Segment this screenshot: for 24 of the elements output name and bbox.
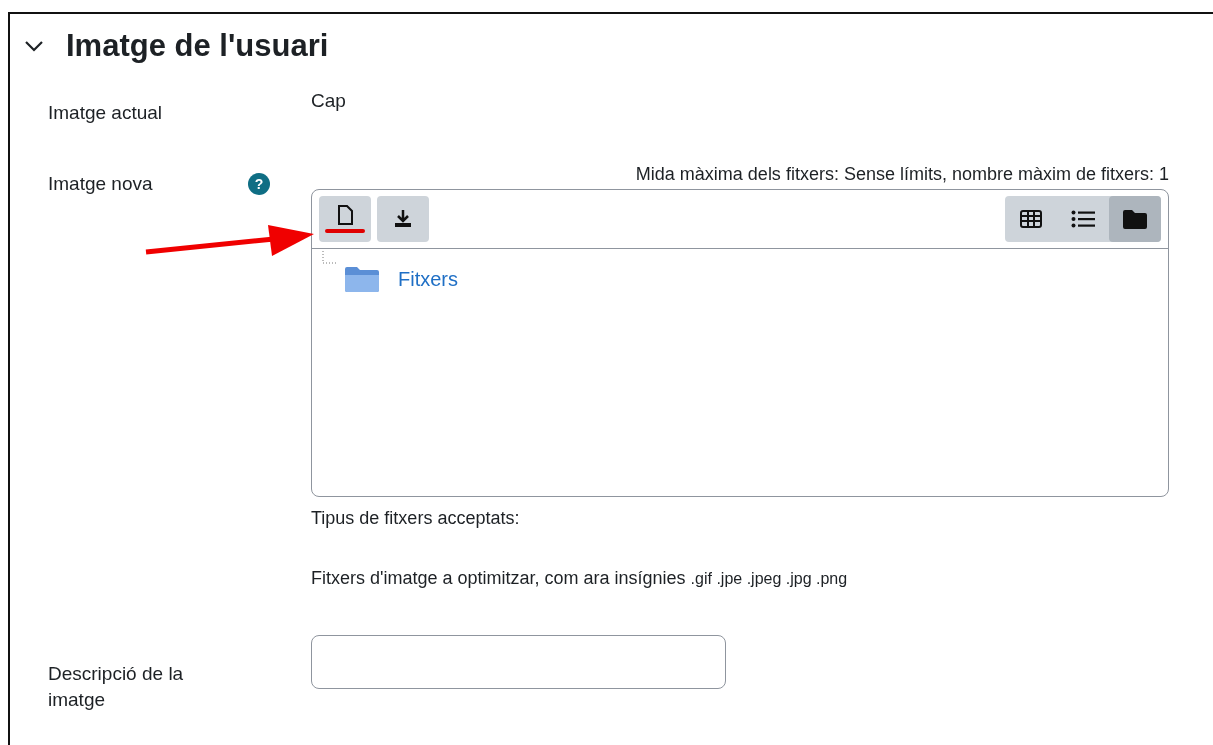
folder-icon [1123, 209, 1147, 229]
field-label: Imatge nova [48, 172, 154, 196]
download-icon [392, 208, 414, 230]
add-file-button[interactable] [319, 196, 371, 242]
section-title: Imatge de l'usuari [66, 28, 329, 64]
field-value: Cap [311, 89, 347, 113]
list-icon [1071, 210, 1095, 228]
field-label: Imatge actual [48, 101, 164, 125]
view-mode-button[interactable] [1109, 196, 1161, 242]
help-icon[interactable]: ? [248, 173, 270, 195]
download-button[interactable] [377, 196, 429, 242]
file-limits-text: Mida màxima dels fitxers: Sense límits, nombre màxim de fitxers: 1 [634, 163, 1169, 185]
folder-icon [344, 265, 380, 293]
grid-icon [1020, 210, 1042, 228]
pointer-arrow-icon [144, 222, 316, 258]
file-icon [337, 205, 353, 225]
description-input[interactable] [311, 635, 726, 689]
highlight-underline [325, 229, 365, 233]
accepted-types-text: Fitxers d'imatge a optimitzar, com ara insígnies .gif .jpe .jpeg .jpg .png [311, 567, 849, 590]
folder-link[interactable]: Fitxers [344, 265, 458, 293]
field-label: Descripció de la imatge [48, 662, 185, 712]
accepted-types-title: Tipus de fitxers acceptats: [311, 507, 521, 529]
collapse-chevron-icon[interactable] [24, 39, 44, 53]
tree-connector-icon [322, 251, 338, 265]
